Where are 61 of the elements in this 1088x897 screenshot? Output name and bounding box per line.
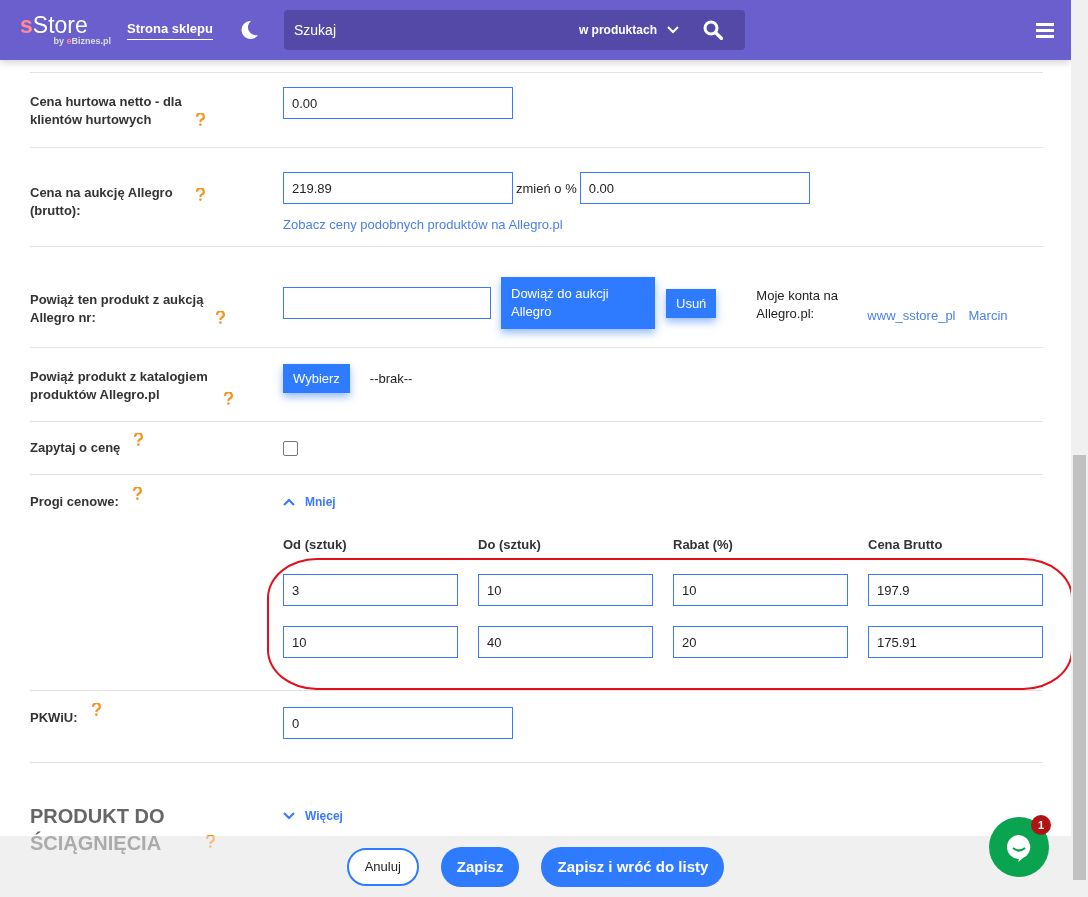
- choose-button[interactable]: Wybierz: [283, 364, 350, 393]
- catalog-status: --brak--: [369, 371, 413, 386]
- change-label: zmień o %: [516, 180, 577, 196]
- help-icon[interactable]: [196, 188, 205, 201]
- tier-field[interactable]: 40: [478, 626, 653, 658]
- chevron-up-icon: [283, 498, 295, 506]
- account-link[interactable]: Marcin: [968, 308, 1008, 323]
- shop-link[interactable]: Strona sklepu: [127, 20, 213, 40]
- column-header: Cena Brutto: [868, 537, 944, 552]
- column-header: Od (sztuk): [283, 537, 348, 552]
- price-field[interactable]: 219.89: [283, 172, 513, 204]
- section-title: PRODUKT DO ŚCIĄGNIĘCIA: [30, 804, 166, 856]
- collapse-toggle[interactable]: Mniej: [283, 495, 1043, 509]
- text-field[interactable]: 0: [283, 707, 513, 739]
- auction-number-field[interactable]: [283, 287, 491, 319]
- expand-toggle[interactable]: Więcej: [283, 809, 343, 823]
- search-icon[interactable]: [702, 20, 723, 40]
- remove-button[interactable]: Usuń: [666, 288, 717, 318]
- footer-button[interactable]: Zapisz: [440, 846, 520, 887]
- field-label: Cena hurtowa netto - dla klientów hurtowych: [30, 93, 183, 129]
- allegro-prices-link[interactable]: Zobacz ceny podobnych produktów na Allegro.pl: [283, 217, 1043, 232]
- notification-badge: 1: [1031, 815, 1051, 835]
- account-link[interactable]: www_sstore_pl: [867, 308, 956, 323]
- tier-field[interactable]: 3: [283, 574, 458, 606]
- chat-button[interactable]: 1: [989, 817, 1049, 877]
- logo[interactable]: sStore by eBiznes.pl: [20, 14, 110, 46]
- search-bar[interactable]: Szukaj w produktach: [283, 10, 745, 50]
- tier-field[interactable]: 20: [673, 626, 848, 658]
- search-scope-dropdown[interactable]: w produktach: [578, 23, 679, 37]
- checkbox[interactable]: [283, 441, 298, 456]
- field-label: Powiąż produkt z katalogiem produktów Allegro.pl: [30, 368, 209, 404]
- field-label: Progi cenowe:: [30, 493, 119, 511]
- help-icon[interactable]: [224, 392, 233, 405]
- help-icon[interactable]: [91, 703, 101, 716]
- help-icon[interactable]: [206, 835, 215, 848]
- text-field[interactable]: 0.00: [283, 87, 513, 119]
- field-label: Powiąż ten produkt z aukcją Allegro nr:: [30, 291, 205, 327]
- help-icon[interactable]: [134, 433, 144, 446]
- search-field[interactable]: Szukaj: [283, 21, 579, 39]
- tier-field[interactable]: 10: [283, 626, 458, 658]
- percent-field[interactable]: 0.00: [579, 172, 810, 204]
- help-icon[interactable]: [132, 487, 142, 500]
- chevron-down-icon: [666, 26, 679, 34]
- column-header: Rabat (%): [673, 537, 734, 552]
- help-icon[interactable]: [216, 311, 225, 324]
- field-label: PKWiU:: [30, 709, 78, 727]
- help-icon[interactable]: [196, 113, 205, 126]
- chevron-down-icon: [283, 812, 295, 820]
- footer-button[interactable]: Anuluj: [346, 847, 419, 886]
- scrollbar[interactable]: [1071, 0, 1088, 897]
- field-label: Cena na aukcję Allegro (brutto):: [30, 184, 174, 220]
- field-label: Zapytaj o cenę: [30, 439, 121, 457]
- accounts-label: Moje konta na Allegro.pl:: [756, 287, 840, 323]
- tier-field[interactable]: 10: [673, 574, 848, 606]
- column-header: Do (sztuk): [478, 537, 542, 552]
- tier-field[interactable]: 197.9: [868, 574, 1043, 606]
- tier-field[interactable]: 175.91: [868, 626, 1043, 658]
- link-auction-button[interactable]: Dowiąż do aukcji Allegro: [501, 277, 655, 329]
- tier-field[interactable]: 10: [478, 574, 653, 606]
- menu-icon[interactable]: [1036, 22, 1054, 38]
- footer-button[interactable]: Zapisz i wróć do listy: [541, 846, 725, 887]
